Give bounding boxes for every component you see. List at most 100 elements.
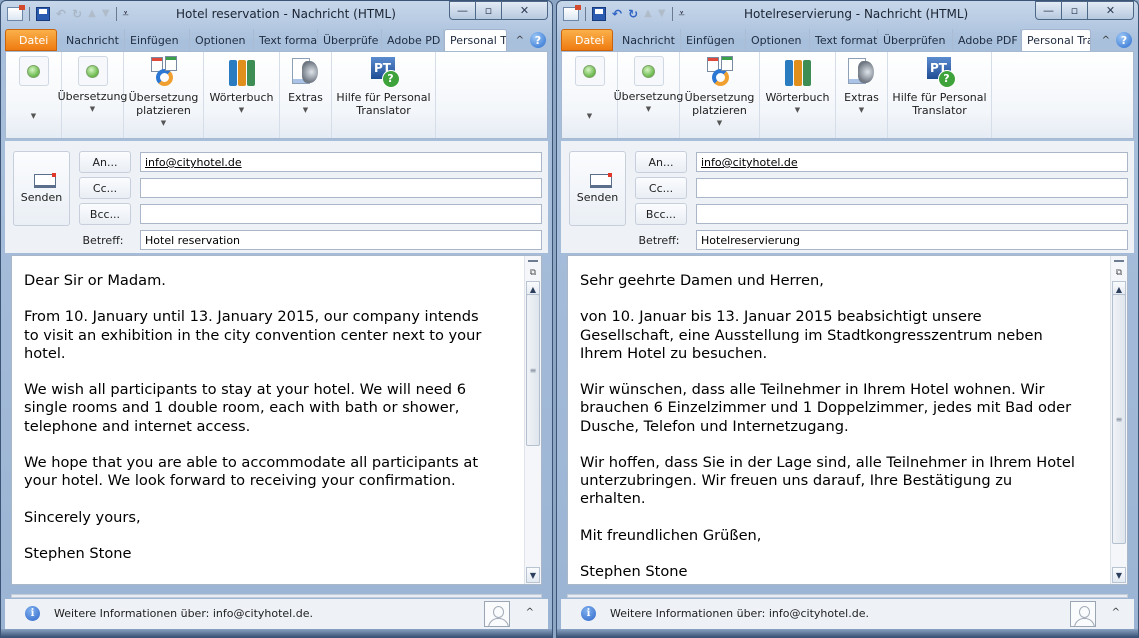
undo-icon[interactable]: ↶ (56, 6, 66, 22)
expand-people-pane-icon[interactable]: ^ (1112, 607, 1120, 618)
maximize-button[interactable]: ▫ (1062, 1, 1088, 20)
ribbon-button-1[interactable]: Übersetzung ▼ (58, 52, 127, 138)
outlook-app-icon[interactable] (7, 5, 25, 21)
split-handle[interactable] (1111, 256, 1127, 266)
title-bar: ↶ ↻ ▲ ▼ ⩡ Hotelreservierung - Nachricht … (557, 1, 1138, 28)
ribbon-button-3[interactable]: Wörterbuch ▼ (760, 52, 836, 138)
ribbon-button-4[interactable]: Extras ▼ (836, 52, 888, 138)
minimize-button[interactable]: — (449, 1, 476, 20)
close-button[interactable]: ✕ (502, 1, 548, 20)
tab-ribbon-4[interactable]: Text formati (810, 29, 878, 51)
message-body-text[interactable]: Sehr geehrte Damen und Herren, von 10. J… (580, 272, 1103, 581)
tab-ribbon-2[interactable]: Einfügen (681, 29, 746, 51)
status-led-icon (574, 56, 605, 86)
cc-field[interactable] (140, 178, 542, 198)
collapse-ribbon-icon[interactable]: ^ (516, 35, 524, 46)
ribbon: ▼ Übersetzung ▼ Übersetzung platzieren ▼… (5, 51, 548, 139)
help-icon[interactable]: ? (1116, 32, 1132, 48)
vertical-scrollbar[interactable]: ⧉ ▲ ≡ ▼ (524, 256, 541, 584)
minimize-button[interactable]: — (1035, 1, 1062, 20)
redo-icon[interactable]: ↻ (72, 6, 82, 22)
to-button[interactable]: An... (635, 151, 687, 173)
send-label: Senden (576, 191, 619, 204)
tab-ribbon-1[interactable]: Nachricht (617, 29, 681, 51)
next-item-icon[interactable]: ▼ (658, 6, 666, 22)
people-pane-splitter[interactable] (11, 594, 542, 598)
subject-field[interactable]: Hotel reservation (140, 230, 542, 250)
send-button[interactable]: Senden (569, 151, 626, 226)
translation-pane-icon[interactable]: ⧉ (525, 266, 541, 280)
ribbon-button-5[interactable]: Hilfe für Personal Translator (332, 52, 436, 138)
tab-ribbon-2[interactable]: Einfügen (125, 29, 190, 51)
bcc-button[interactable]: Bcc... (635, 203, 687, 225)
tab-ribbon-7[interactable]: Personal T (444, 29, 507, 51)
recipient-chip[interactable]: info@cityhotel.de (701, 156, 798, 169)
tab-ribbon-3[interactable]: Optionen (746, 29, 810, 51)
tab-label: Text formati (815, 33, 878, 47)
tab-ribbon-3[interactable]: Optionen (190, 29, 254, 51)
outlook-app-icon[interactable] (563, 5, 581, 21)
tab-ribbon-1[interactable]: Nachricht (61, 29, 125, 51)
scroll-down-button[interactable]: ▼ (1112, 567, 1126, 583)
collapse-ribbon-icon[interactable]: ^ (1102, 35, 1110, 46)
message-window-german: ↶ ↻ ▲ ▼ ⩡ Hotelreservierung - Nachricht … (556, 0, 1139, 638)
bcc-field[interactable] (696, 204, 1128, 224)
tab-ribbon-5[interactable]: Überprüfe (318, 29, 382, 51)
message-body-editor[interactable]: Sehr geehrte Damen und Herren, von 10. J… (567, 255, 1128, 585)
tab-file[interactable]: Datei (561, 29, 613, 51)
ribbon-button-1[interactable]: Übersetzung ▼ (614, 52, 683, 138)
save-icon[interactable] (36, 7, 50, 21)
redo-icon[interactable]: ↻ (628, 6, 638, 22)
help-icon[interactable]: ? (530, 32, 546, 48)
split-handle[interactable] (525, 256, 541, 266)
customize-qat-icon[interactable]: ⩡ (123, 6, 129, 22)
tab-ribbon-6[interactable]: Adobe PD (382, 29, 444, 51)
to-field[interactable]: info@cityhotel.de (696, 152, 1128, 172)
maximize-button[interactable]: ▫ (476, 1, 502, 20)
tab-ribbon-5[interactable]: Überprüfen (878, 29, 953, 51)
ribbon-button-2[interactable]: Übersetzung platzieren ▼ (124, 52, 204, 138)
vertical-scrollbar[interactable]: ⧉ ▲ ≡ ▼ (1110, 256, 1127, 584)
ribbon-button-4[interactable]: Extras ▼ (280, 52, 332, 138)
ribbon-button-0[interactable]: ▼ (6, 52, 62, 138)
customize-qat-icon[interactable]: ⩡ (679, 6, 685, 22)
expand-people-pane-icon[interactable]: ^ (526, 607, 534, 618)
message-window-english: ↶ ↻ ▲ ▼ ⩡ Hotel reservation - Nachricht … (0, 0, 553, 638)
save-icon[interactable] (592, 7, 606, 21)
bcc-field[interactable] (140, 204, 542, 224)
translation-pane-icon[interactable]: ⧉ (1111, 266, 1127, 280)
scrollbar-thumb[interactable]: ≡ (526, 294, 540, 446)
ribbon-button-3[interactable]: Wörterbuch ▼ (204, 52, 280, 138)
tab-file[interactable]: Datei (5, 29, 57, 51)
next-item-icon[interactable]: ▼ (102, 6, 110, 22)
previous-item-icon[interactable]: ▲ (644, 6, 652, 22)
close-icon: ✕ (519, 4, 530, 17)
cc-button[interactable]: Cc... (635, 177, 687, 199)
ribbon-button-5[interactable]: Hilfe für Personal Translator (888, 52, 992, 138)
cc-button[interactable]: Cc... (79, 177, 131, 199)
previous-item-icon[interactable]: ▲ (88, 6, 96, 22)
message-body-editor[interactable]: Dear Sir or Madam. From 10. January unti… (11, 255, 542, 585)
send-button[interactable]: Senden (13, 151, 70, 226)
close-button[interactable]: ✕ (1088, 1, 1134, 20)
to-button[interactable]: An... (79, 151, 131, 173)
tab-ribbon-4[interactable]: Text forma (254, 29, 318, 51)
cc-field[interactable] (696, 178, 1128, 198)
ribbon-button-2[interactable]: Übersetzung platzieren ▼ (680, 52, 760, 138)
subject-field[interactable]: Hotelreservierung (696, 230, 1128, 250)
ribbon-button-0[interactable]: ▼ (562, 52, 618, 138)
bcc-button[interactable]: Bcc... (79, 203, 131, 225)
scroll-down-button[interactable]: ▼ (526, 567, 540, 583)
qat-separator (585, 7, 586, 21)
scrollbar-thumb[interactable]: ≡ (1112, 294, 1126, 544)
tab-ribbon-7[interactable]: Personal Tra (1021, 29, 1091, 51)
message-body-text[interactable]: Dear Sir or Madam. From 10. January unti… (24, 272, 517, 563)
undo-icon[interactable]: ↶ (612, 6, 622, 22)
recipient-chip[interactable]: info@cityhotel.de (145, 156, 242, 169)
tab-label: Einfügen (130, 33, 179, 47)
to-field[interactable]: info@cityhotel.de (140, 152, 542, 172)
contact-avatar[interactable] (484, 601, 510, 627)
people-pane-splitter[interactable] (567, 594, 1128, 598)
contact-avatar[interactable] (1070, 601, 1096, 627)
tab-ribbon-6[interactable]: Adobe PDF (953, 29, 1021, 51)
